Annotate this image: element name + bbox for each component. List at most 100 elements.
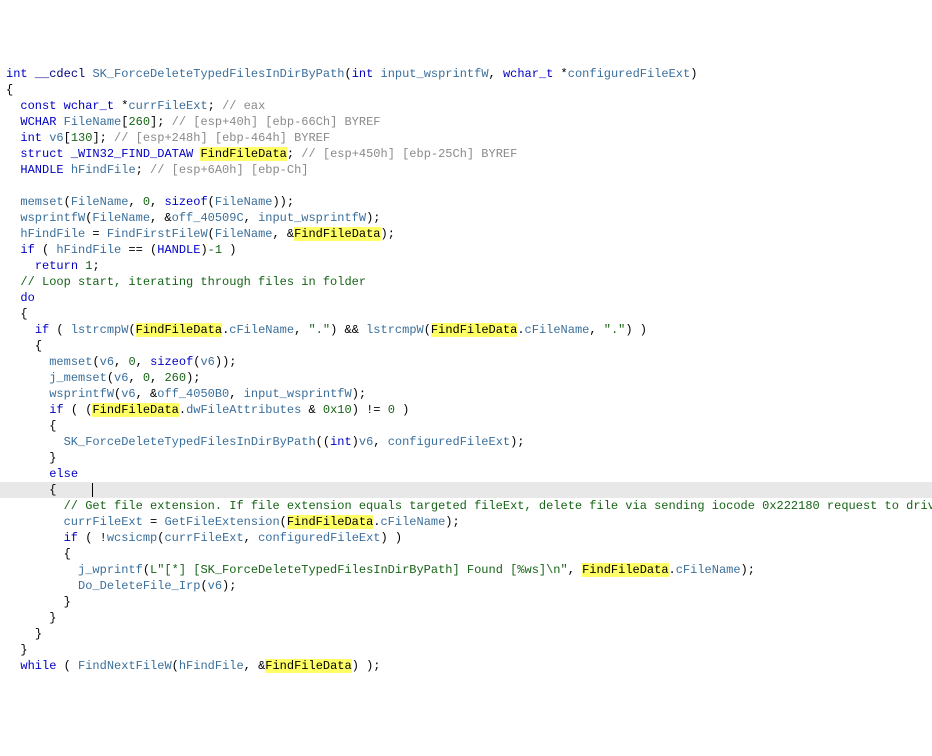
code-line[interactable]: do [0, 290, 932, 306]
code-line[interactable]: while ( FindNextFileW(hFindFile, &FindFi… [0, 658, 932, 674]
code-token: int [6, 67, 28, 81]
code-token: cFileName [380, 515, 445, 529]
code-token: lstrcmpW [71, 323, 129, 337]
code-line[interactable]: } [0, 450, 932, 466]
code-line[interactable]: int v6[130]; // [esp+248h] [ebp-464h] BY… [0, 130, 932, 146]
code-token: Do_DeleteFile_Irp [78, 579, 200, 593]
code-line[interactable]: if ( !wcsicmp(currFileExt, configuredFil… [0, 530, 932, 546]
code-token: 130 [71, 131, 93, 145]
code-token [64, 147, 71, 161]
code-line[interactable]: memset(v6, 0, sizeof(v6)); [0, 354, 932, 370]
code-line[interactable]: } [0, 610, 932, 626]
code-token: ; [92, 259, 99, 273]
code-line[interactable]: // Loop start, iterating through files i… [0, 274, 932, 290]
code-line[interactable]: hFindFile = FindFirstFileW(FileName, &Fi… [0, 226, 932, 242]
code-token: L"[*] [SK_ForceDeleteTypedFilesInDirByPa… [150, 563, 568, 577]
highlighted-token: FindFileData [287, 515, 373, 529]
code-token: ) ); [352, 659, 381, 673]
code-token: } [64, 595, 71, 609]
code-token: . [669, 563, 676, 577]
code-token: wsprintfW [49, 387, 114, 401]
highlighted-token: FindFileData [265, 659, 351, 673]
code-token: int [20, 131, 42, 145]
code-token: { [64, 547, 71, 561]
code-line[interactable]: currFileExt = GetFileExtension(FindFileD… [0, 514, 932, 530]
code-token: hFindFile [179, 659, 244, 673]
code-token: FindFirstFileW [107, 227, 208, 241]
code-token: struct [20, 147, 63, 161]
code-token: ) [222, 243, 236, 257]
code-token: sizeof [164, 195, 207, 209]
code-token: // [esp+6A0h] [ebp-Ch] [150, 163, 308, 177]
code-token: configuredFileExt [258, 531, 380, 545]
code-token: , [136, 355, 150, 369]
code-token: ) ) [381, 531, 403, 545]
code-line[interactable]: WCHAR FileName[260]; // [esp+40h] [ebp-6… [0, 114, 932, 130]
code-line[interactable]: struct _WIN32_FIND_DATAW FindFileData; /… [0, 146, 932, 162]
code-token: ( [143, 563, 150, 577]
code-line[interactable]: } [0, 626, 932, 642]
code-token: ) ) [625, 323, 647, 337]
code-token: SK_ForceDeleteTypedFilesInDirByPath [92, 67, 344, 81]
code-token: , [568, 563, 582, 577]
code-line[interactable] [0, 178, 932, 194]
code-line[interactable]: if ( lstrcmpW(FindFileData.cFileName, ".… [0, 322, 932, 338]
code-line[interactable]: if ( hFindFile == (HANDLE)-1 ) [0, 242, 932, 258]
code-line[interactable]: return 1; [0, 258, 932, 274]
code-line[interactable]: SK_ForceDeleteTypedFilesInDirByPath((int… [0, 434, 932, 450]
code-token: { [20, 307, 27, 321]
code-token: GetFileExtension [164, 515, 279, 529]
code-token: ); [222, 579, 236, 593]
code-token: while [20, 659, 56, 673]
code-token: 260 [128, 115, 150, 129]
code-token: ( [35, 243, 57, 257]
code-line[interactable]: memset(FileName, 0, sizeof(FileName)); [0, 194, 932, 210]
code-token: wsprintfW [20, 211, 85, 225]
code-line[interactable]: Do_DeleteFile_Irp(v6); [0, 578, 932, 594]
code-line[interactable]: if ( (FindFileData.dwFileAttributes & 0x… [0, 402, 932, 418]
code-line[interactable]: } [0, 642, 932, 658]
code-token: // Get file extension. If file extension… [64, 499, 932, 513]
code-line[interactable]: int __cdecl SK_ForceDeleteTypedFilesInDi… [0, 66, 932, 82]
code-token: hFindFile [56, 243, 121, 257]
code-token: } [35, 627, 42, 641]
code-line[interactable]: wsprintfW(FileName, &off_40509C, input_w… [0, 210, 932, 226]
code-token: ); [186, 371, 200, 385]
code-token: FileName [64, 115, 122, 129]
text-cursor [92, 483, 93, 497]
code-token: // [esp+248h] [ebp-464h] BYREF [114, 131, 330, 145]
code-token: -1 [208, 243, 222, 257]
code-token: = [143, 515, 165, 529]
code-line[interactable]: wsprintfW(v6, &off_4050B0, input_wsprint… [0, 386, 932, 402]
code-token: . [517, 323, 524, 337]
code-line[interactable]: j_memset(v6, 0, 260); [0, 370, 932, 386]
code-line[interactable]: else [0, 466, 932, 482]
code-line[interactable]: { [0, 546, 932, 562]
code-token: } [49, 611, 56, 625]
code-line[interactable]: { [0, 338, 932, 354]
code-token: ; [208, 99, 222, 113]
highlighted-token: FindFileData [92, 403, 178, 417]
code-line[interactable]: { [0, 418, 932, 434]
code-token: * [553, 67, 567, 81]
code-line[interactable]: j_wprintf(L"[*] [SK_ForceDeleteTypedFile… [0, 562, 932, 578]
code-token: ( [208, 227, 215, 241]
code-token: ( [56, 659, 78, 673]
code-token: if [20, 243, 34, 257]
code-line[interactable]: const wchar_t *currFileExt; // eax [0, 98, 932, 114]
code-line[interactable]: // Get file extension. If file extension… [0, 498, 932, 514]
code-token: wcsicmp [107, 531, 157, 545]
code-token: memset [49, 355, 92, 369]
code-token: . [179, 403, 186, 417]
code-token: , [244, 211, 258, 225]
code-line[interactable]: } [0, 594, 932, 610]
code-line[interactable]: HANDLE hFindFile; // [esp+6A0h] [ebp-Ch] [0, 162, 932, 178]
code-editor[interactable]: int __cdecl SK_ForceDeleteTypedFilesInDi… [0, 64, 932, 676]
code-token: , & [150, 211, 172, 225]
code-token: if [35, 323, 49, 337]
code-line[interactable]: { [0, 482, 932, 498]
code-line[interactable]: { [0, 306, 932, 322]
code-token: ) != [352, 403, 388, 417]
code-token: ); [381, 227, 395, 241]
code-line[interactable]: { [0, 82, 932, 98]
